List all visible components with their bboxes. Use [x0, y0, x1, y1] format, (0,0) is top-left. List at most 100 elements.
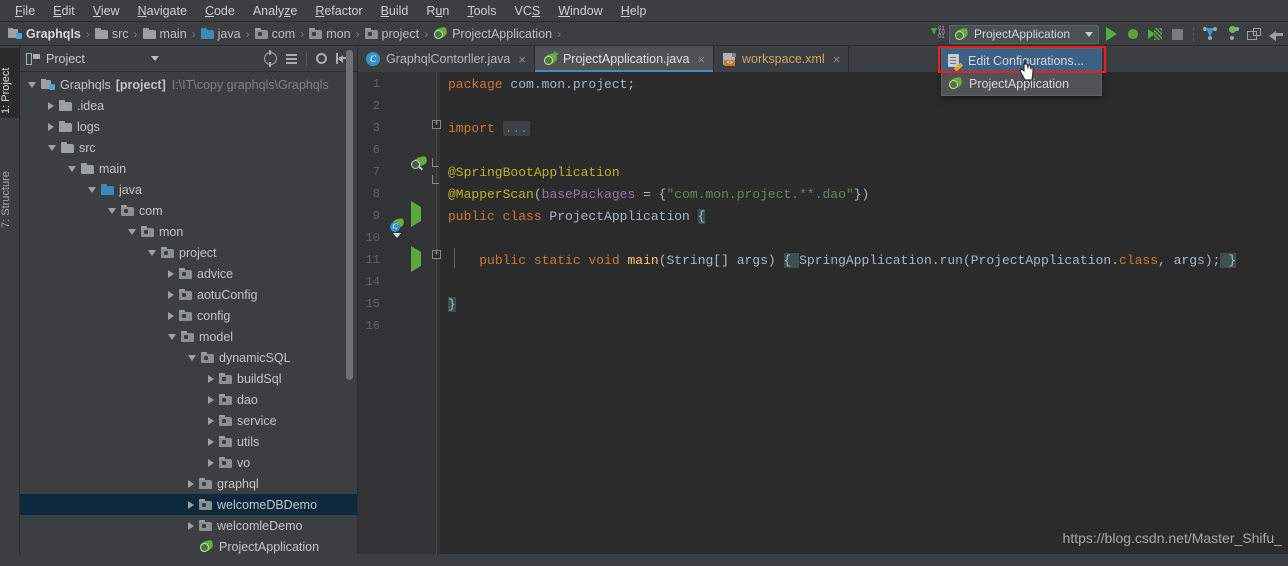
tree-node-dynamicsql[interactable]: dynamicSQL [20, 347, 357, 368]
menu-item-vcs[interactable]: VCS [506, 1, 550, 21]
spring-run-class-icon[interactable]: C [390, 217, 405, 238]
tree-node-mon[interactable]: mon [20, 221, 357, 242]
run-gutter-icon[interactable] [411, 201, 421, 227]
menu-item-run[interactable]: Run [417, 1, 458, 21]
expander-expand-icon[interactable] [168, 269, 174, 278]
expander-collapse-icon[interactable] [188, 354, 196, 361]
expander-expand-icon[interactable] [208, 395, 214, 404]
menu-item-code[interactable]: Code [196, 1, 244, 21]
expander-expand-icon[interactable] [188, 479, 194, 488]
code-line[interactable]: package com.mon.project; [448, 77, 635, 93]
project-tree-scrollbar[interactable] [346, 50, 353, 380]
tree-node-welcomledemo[interactable]: welcomleDemo [20, 515, 357, 536]
code-text[interactable]: package com.mon.project; import ... @Sprin… [440, 72, 1288, 554]
fold-region-icon[interactable] [432, 175, 439, 184]
project-tree[interactable]: Graphqls [project] I:\IT\copy graphqls\Gra… [20, 72, 357, 554]
code-line[interactable]: public class ProjectApplication { [448, 209, 706, 225]
breadcrumb-item-mon[interactable]: mon [307, 27, 352, 41]
tree-node-project[interactable]: project [20, 242, 357, 263]
expander-expand-icon[interactable] [208, 416, 214, 425]
expander-expand-icon[interactable] [188, 500, 194, 509]
editor-scrollbar[interactable] [1276, 72, 1288, 554]
menu-item-file[interactable]: File [6, 1, 44, 21]
expander-expand-icon[interactable] [48, 101, 54, 110]
close-icon[interactable]: × [697, 52, 705, 67]
run-configuration-selector[interactable]: ProjectApplication [949, 24, 1099, 44]
gear-icon[interactable] [315, 52, 328, 65]
expander-expand-icon[interactable] [168, 311, 174, 320]
breadcrumb-item-project[interactable]: project [363, 27, 422, 41]
tree-node-projectapplication[interactable]: ProjectApplication [20, 536, 357, 554]
step-over-icon[interactable]: 01 10 01 [931, 26, 947, 41]
tree-node-main[interactable]: main [20, 158, 357, 179]
expander-expand-icon[interactable] [168, 290, 174, 299]
editor-tab-projectapplication[interactable]: ProjectApplication.java × [534, 46, 715, 72]
editor-gutter[interactable]: C + + 1 2 3 6 7 8 9 10 11 14 15 16 [358, 72, 441, 554]
menu-item-tools[interactable]: Tools [458, 1, 505, 21]
breadcrumb-item-com[interactable]: com [253, 27, 298, 41]
spring-bean-search-icon[interactable] [411, 155, 428, 172]
fold-region-icon[interactable] [432, 158, 439, 167]
tool-window-tab-project[interactable]: 1: Project [0, 48, 20, 118]
code-line[interactable]: public static void main(String[] args) {… [448, 253, 1237, 269]
menu-item-navigate[interactable]: Navigate [129, 1, 196, 21]
menu-item-build[interactable]: Build [372, 1, 418, 21]
code-line[interactable]: @MapperScan(basePackages = {"com.mon.pro… [448, 187, 869, 203]
expander-collapse-icon[interactable] [108, 207, 116, 214]
expander-expand-icon[interactable] [48, 122, 54, 131]
expander-collapse-icon[interactable] [168, 333, 176, 340]
expander-expand-icon[interactable] [188, 521, 194, 530]
tree-node-com[interactable]: com [20, 200, 357, 221]
tree-node-utils[interactable]: utils [20, 431, 357, 452]
expander-collapse-icon[interactable] [68, 165, 76, 172]
breadcrumb-item-main[interactable]: main [141, 27, 189, 41]
menu-item-analyze[interactable]: Analyze [244, 1, 306, 21]
editor-tab-workspace-xml[interactable]: <> workspace.xml × [714, 46, 850, 72]
stop-icon[interactable] [1167, 24, 1187, 44]
tree-node-service[interactable]: service [20, 410, 357, 431]
tool-window-tab-structure[interactable]: 7: Structure [0, 146, 20, 232]
back-arrow-icon[interactable] [1266, 24, 1286, 44]
tree-node--idea[interactable]: .idea [20, 95, 357, 116]
menu-item-window[interactable]: Window [549, 1, 611, 21]
expander-collapse-icon[interactable] [128, 228, 136, 235]
tree-node-src[interactable]: src [20, 137, 357, 158]
expander-collapse-icon[interactable] [88, 186, 96, 193]
expander-expand-icon[interactable] [208, 374, 214, 383]
breadcrumb-item-projectapplication[interactable]: ProjectApplication [431, 26, 554, 41]
tree-node-vo[interactable]: vo [20, 452, 357, 473]
breadcrumb-item-src[interactable]: src [93, 27, 131, 41]
tree-node-welcomedbdemo[interactable]: welcomeDBDemo [20, 494, 357, 515]
menu-item-edit[interactable]: Edit [44, 1, 84, 21]
expander-collapse-icon[interactable] [148, 249, 156, 256]
tree-node-java[interactable]: java [20, 179, 357, 200]
expander-collapse-icon[interactable] [48, 144, 56, 151]
menu-item-refactor[interactable]: Refactor [306, 1, 371, 21]
tree-node-buildsql[interactable]: buildSql [20, 368, 357, 389]
close-icon[interactable]: × [833, 52, 841, 67]
tree-node-model[interactable]: model [20, 326, 357, 347]
debug-icon[interactable] [1123, 24, 1143, 44]
tree-node-logs[interactable]: logs [20, 116, 357, 137]
code-line[interactable]: } [448, 297, 456, 313]
expander-expand-icon[interactable] [208, 458, 214, 467]
run-with-coverage-icon[interactable] [1145, 24, 1165, 44]
settings-window-icon[interactable] [1244, 24, 1264, 44]
tree-node-aotuconfig[interactable]: aotuConfig [20, 284, 357, 305]
scroll-from-source-icon[interactable] [264, 50, 277, 67]
update-project-icon[interactable] [1200, 24, 1220, 44]
close-icon[interactable]: × [518, 52, 526, 67]
menu-item-view[interactable]: View [84, 1, 129, 21]
menu-item-help[interactable]: Help [612, 1, 656, 21]
chevron-down-icon[interactable] [150, 56, 159, 61]
tree-node-advice[interactable]: advice [20, 263, 357, 284]
expander-collapse-icon[interactable] [28, 81, 36, 88]
expander-expand-icon[interactable] [208, 437, 214, 446]
commit-icon[interactable] [1222, 24, 1242, 44]
code-line[interactable]: import ... [448, 121, 531, 137]
collapse-all-icon[interactable] [285, 52, 298, 65]
tree-node-graphqls[interactable]: Graphqls [project] I:\IT\copy graphqls\Gra… [20, 74, 357, 95]
breadcrumb-item-java[interactable]: java [199, 27, 243, 41]
tree-node-graphql[interactable]: graphql [20, 473, 357, 494]
breadcrumb-item-graphqls[interactable]: Graphqls [6, 27, 83, 41]
